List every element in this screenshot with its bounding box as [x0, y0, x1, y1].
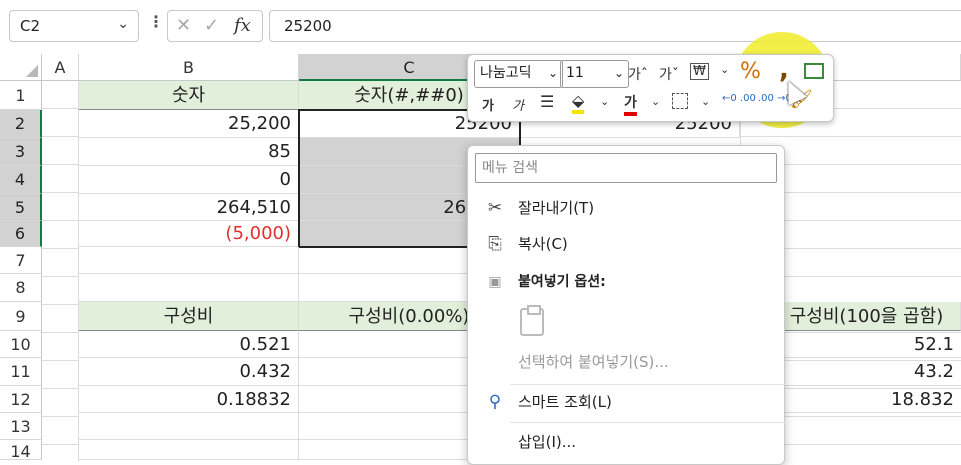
font-size-select[interactable]: 11 ⌄ [560, 60, 629, 88]
copy-icon: ⎘ [488, 234, 502, 254]
row-header-11[interactable]: 11 [0, 358, 42, 386]
name-box-value: C2 [20, 17, 41, 35]
font-name-select[interactable]: 나눔고딕 ⌄ [474, 60, 563, 88]
formula-input[interactable]: 25200 [269, 10, 961, 42]
menu-item-label: 복사(C) [518, 235, 568, 253]
menu-divider [510, 384, 785, 385]
menu-item-smart-lookup[interactable]: ⚲ 스마트 조회(L) [468, 387, 784, 417]
fill-color-icon[interactable]: ⬙ [572, 91, 585, 114]
menu-item-insert[interactable]: 삽입(I)... [468, 427, 784, 457]
row-header-2[interactable]: 2 [0, 110, 42, 138]
select-all-corner[interactable] [0, 54, 42, 81]
cell-b12[interactable]: 0.18832 [79, 386, 299, 413]
cell-b14[interactable] [79, 440, 299, 460]
cell-b8[interactable] [79, 274, 299, 302]
row-header-7[interactable]: 7 [0, 247, 42, 274]
menu-item-label: 삽입(I)... [518, 433, 577, 451]
formula-value: 25200 [284, 17, 332, 35]
chevron-down-icon[interactable]: ⌄ [117, 16, 129, 32]
row-header-14[interactable]: 14 [0, 440, 42, 461]
align-center-icon[interactable]: ☰ [540, 92, 554, 111]
bold-icon[interactable]: 가 [482, 95, 494, 114]
enter-icon[interactable]: ✓ [204, 15, 219, 36]
chevron-down-icon[interactable]: ⌄ [701, 95, 710, 108]
column-a-area[interactable] [42, 81, 79, 461]
menu-divider [510, 422, 785, 423]
chevron-down-icon[interactable]: ⌄ [600, 95, 609, 108]
row-header-3[interactable]: 3 [0, 138, 42, 166]
row-header-5[interactable]: 5 [0, 194, 42, 221]
smart-lookup-icon: ⚲ [488, 392, 502, 412]
cell-b9[interactable]: 구성비 [79, 302, 299, 331]
column-header-a[interactable]: A [42, 54, 79, 81]
menu-item-label: 붙여넣기 옵션: [518, 274, 606, 290]
cell-b4[interactable]: 0 [79, 166, 299, 194]
formula-bar-buttons: ✕ ✓ fx [167, 10, 263, 42]
menu-item-paste-options: ▣ 붙여넣기 옵션: [468, 267, 784, 297]
font-size-value: 11 [566, 65, 584, 81]
merge-center-icon[interactable] [804, 63, 824, 79]
cell-b1[interactable]: 숫자 [79, 81, 299, 110]
chevron-down-icon[interactable]: ⌄ [651, 95, 660, 108]
increase-decimal-icon[interactable]: ←0 .00 [722, 93, 756, 104]
cell-b6[interactable]: (5,000) [79, 221, 299, 247]
currency-format-icon[interactable]: ₩ [690, 63, 709, 80]
row-header-10[interactable]: 10 [0, 331, 42, 358]
cell-b2[interactable]: 25,200 [79, 110, 299, 138]
font-color-icon[interactable]: 가 [624, 92, 637, 116]
cell-b10[interactable]: 0.521 [79, 331, 299, 358]
context-menu: 메뉴 검색 ✂ 잘라내기(T) ⎘ 복사(C) ▣ 붙여넣기 옵션: 선택하여 … [467, 145, 785, 465]
font-name-value: 나눔고딕 [480, 65, 532, 81]
name-box[interactable]: C2 ⌄ [9, 10, 139, 42]
menu-item-label: 선택하여 붙여넣기(S)... [518, 353, 669, 371]
cell-b3[interactable]: 85 [79, 138, 299, 166]
cut-icon: ✂ [487, 198, 503, 218]
row-header-8[interactable]: 8 [0, 274, 42, 302]
percent-icon[interactable]: % [740, 59, 761, 84]
grow-font-icon[interactable]: 가ˆ [628, 64, 648, 84]
row-header-12[interactable]: 12 [0, 386, 42, 413]
paste-option-icon[interactable] [520, 305, 544, 336]
borders-icon[interactable] [672, 93, 688, 109]
mini-toolbar: 나눔고딕 ⌄ 11 ⌄ 가ˆ 가ˇ ₩ ⌄ % , 가 가 ☰ ⬙ ⌄ 가 ⌄ … [467, 54, 834, 122]
menu-item-copy[interactable]: ⎘ 복사(C) [468, 229, 784, 259]
italic-icon[interactable]: 가 [512, 95, 524, 114]
paste-icon: ▣ [488, 274, 502, 290]
cell-b11[interactable]: 0.432 [79, 358, 299, 386]
menu-search-input[interactable]: 메뉴 검색 [475, 153, 777, 183]
row-header-6[interactable]: 6 [0, 221, 42, 247]
menu-item-label: 스마트 조회(L) [518, 393, 612, 411]
chevron-down-icon[interactable]: ⌄ [720, 63, 729, 76]
row-header-13[interactable]: 13 [0, 413, 42, 440]
chevron-down-icon: ⌄ [547, 66, 558, 80]
column-header-b[interactable]: B [79, 54, 299, 81]
menu-item-label: 잘라내기(T) [518, 199, 595, 217]
row-header-1[interactable]: 1 [0, 81, 42, 110]
cell-b5[interactable]: 264,510 [79, 194, 299, 221]
row-header-9[interactable]: 9 [0, 302, 42, 331]
cell-b7[interactable] [79, 247, 299, 274]
more-options-icon[interactable]: ⋮ [148, 12, 164, 31]
fx-icon[interactable]: fx [234, 15, 251, 36]
row-header-4[interactable]: 4 [0, 166, 42, 194]
menu-item-paste-special[interactable]: 선택하여 붙여넣기(S)... [468, 347, 784, 377]
cancel-icon[interactable]: ✕ [176, 15, 191, 36]
chevron-down-icon: ⌄ [613, 66, 624, 80]
cell-b13[interactable] [79, 413, 299, 440]
menu-item-cut[interactable]: ✂ 잘라내기(T) [468, 193, 784, 223]
shrink-font-icon[interactable]: 가ˇ [659, 64, 679, 84]
